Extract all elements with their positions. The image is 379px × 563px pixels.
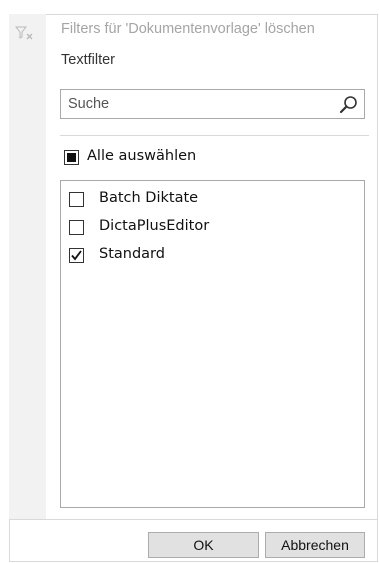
search-icon[interactable] <box>339 95 358 114</box>
item-label: DictaPlusEditor <box>99 218 210 234</box>
search-input[interactable] <box>61 90 338 118</box>
select-all-checkbox[interactable] <box>64 150 79 165</box>
checkmark-icon <box>71 250 82 261</box>
values-list[interactable]: Batch Diktate DictaPlusEditor Standard <box>60 180 365 508</box>
cancel-button[interactable]: Abbrechen <box>265 532 365 558</box>
select-all-label: Alle auswählen <box>87 148 197 164</box>
item-checkbox[interactable] <box>69 248 84 263</box>
search-box[interactable] <box>60 89 365 119</box>
item-label: Batch Diktate <box>99 190 199 206</box>
text-filter-label: Textfilter <box>61 52 115 68</box>
funnel-x-icon[interactable] <box>15 25 35 41</box>
list-item[interactable]: Standard <box>69 246 349 265</box>
item-checkbox[interactable] <box>69 220 84 235</box>
footer-divider <box>9 519 378 520</box>
list-item[interactable]: DictaPlusEditor <box>69 218 349 237</box>
icon-gutter <box>9 14 46 519</box>
item-label: Standard <box>99 246 165 262</box>
divider <box>60 135 369 136</box>
item-checkbox[interactable] <box>69 192 84 207</box>
list-item[interactable]: Batch Diktate <box>69 190 349 209</box>
clear-filter-menu-item[interactable]: Filters für 'Dokumentenvorlage' löschen <box>61 21 315 37</box>
ok-button[interactable]: OK <box>148 532 259 558</box>
